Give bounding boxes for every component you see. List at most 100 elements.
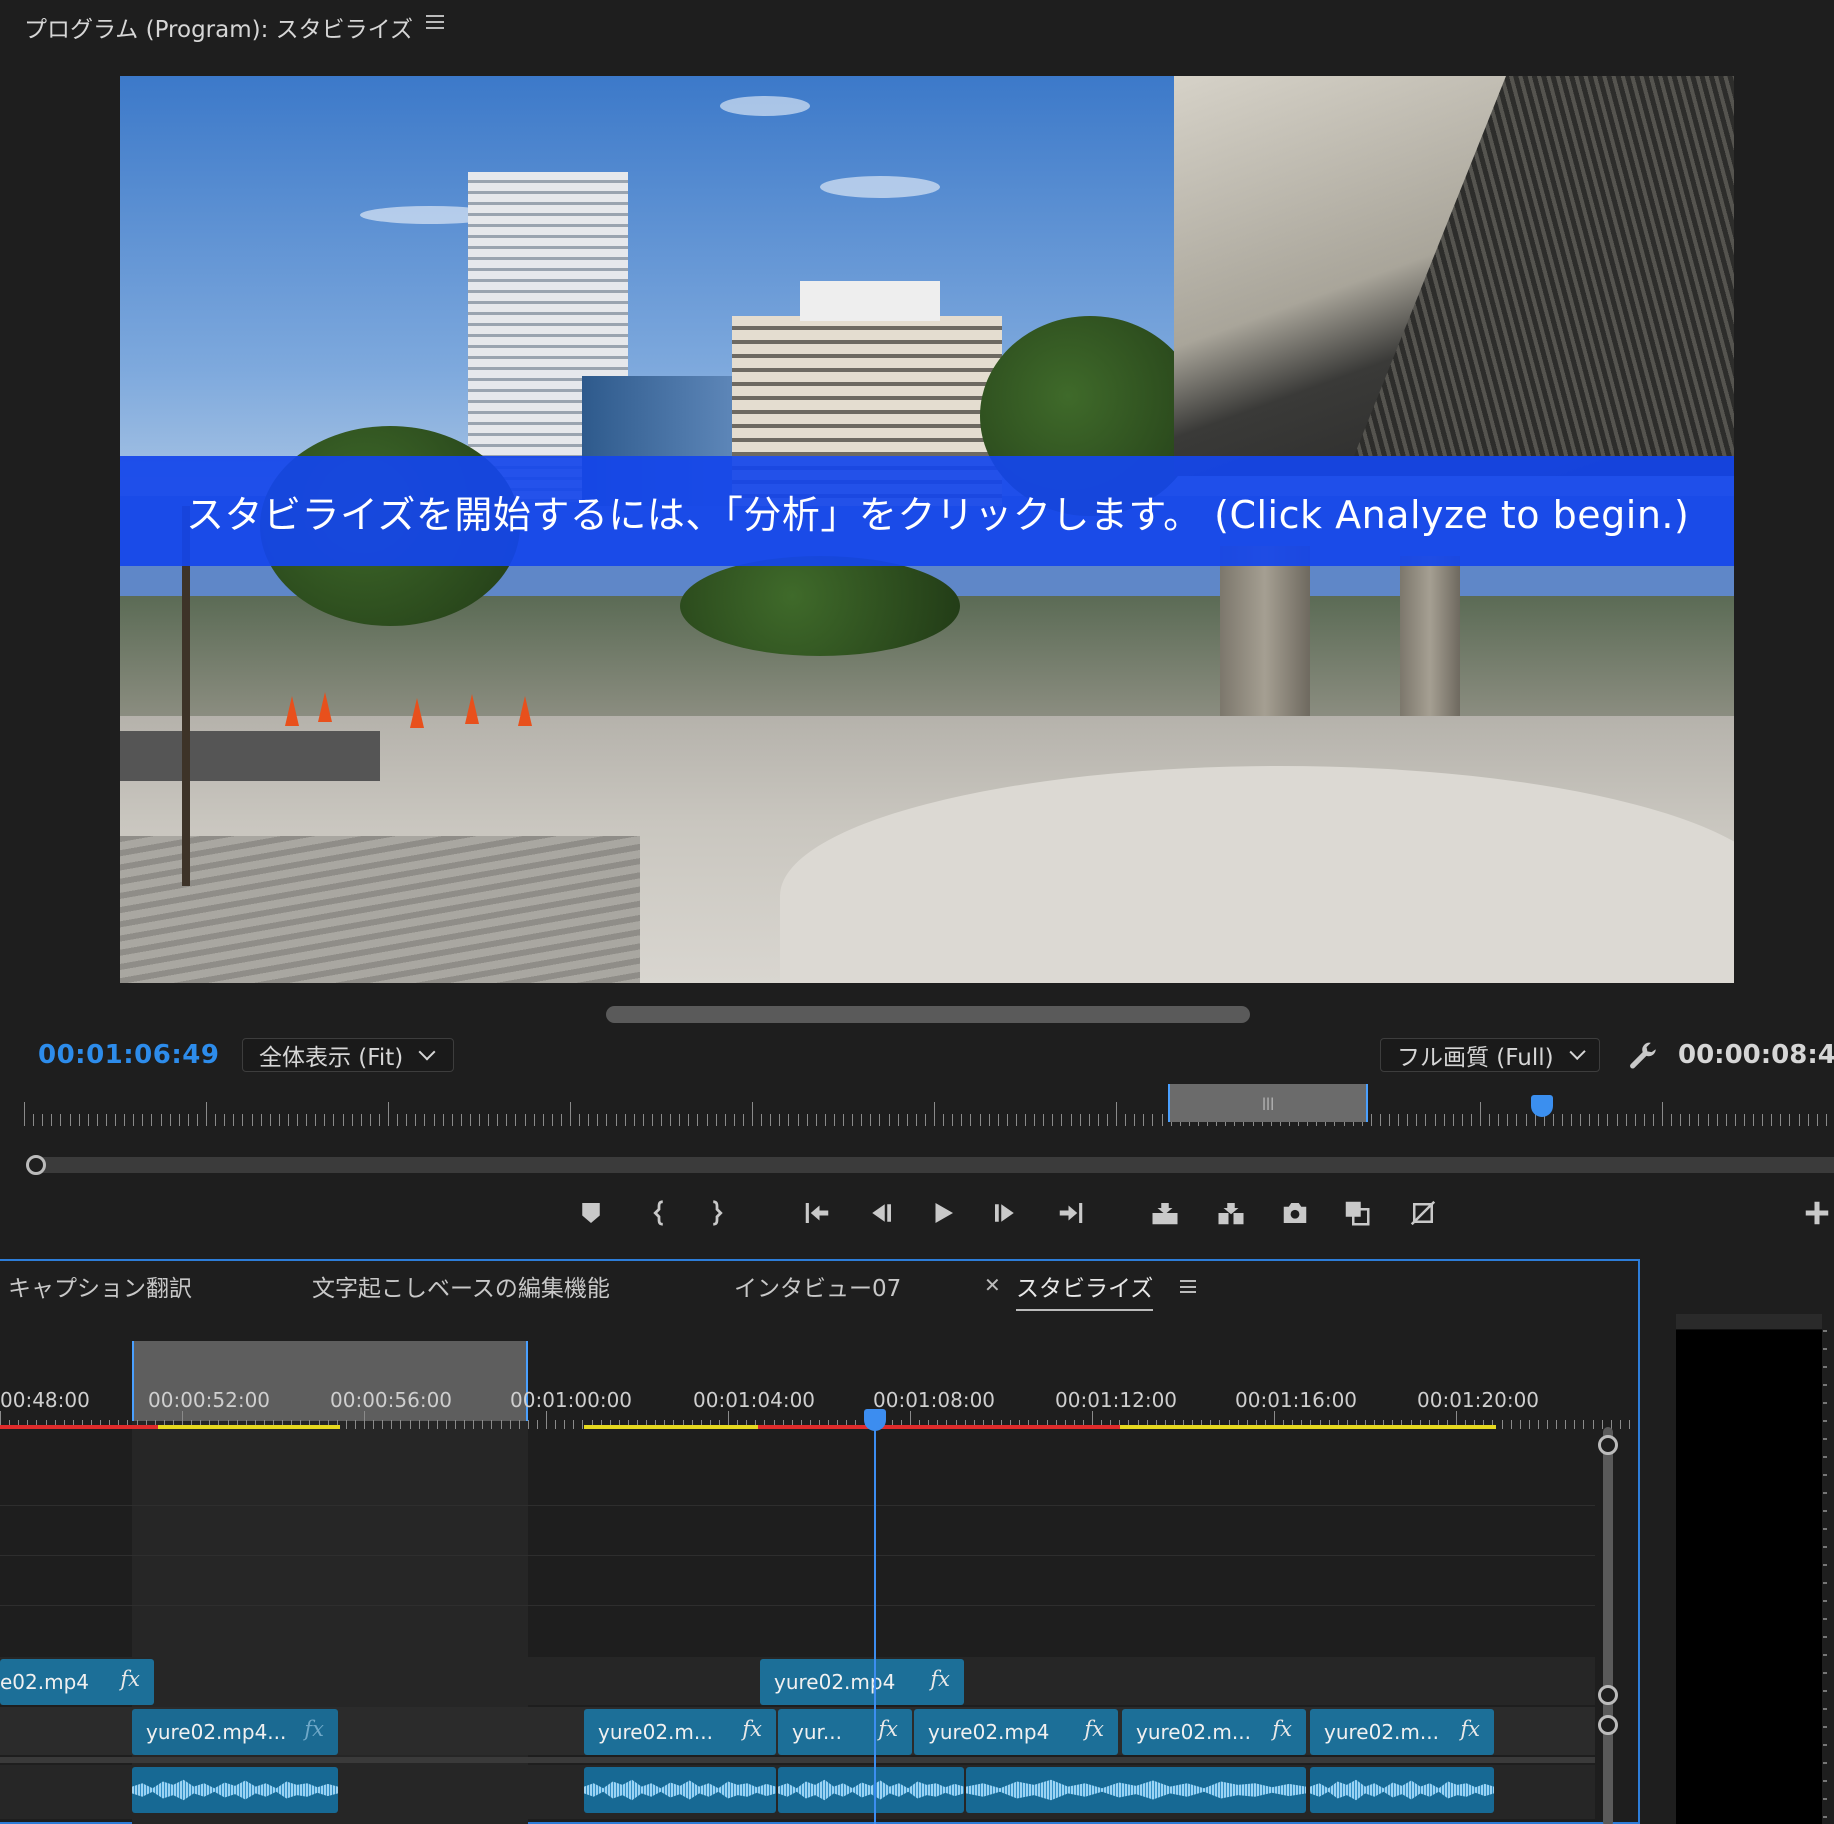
clip[interactable]: e02.mp4 fx (0, 1659, 154, 1705)
step-back-button[interactable] (864, 1196, 898, 1230)
video-audio-divider[interactable] (0, 1757, 1595, 1763)
ruler-tick (1556, 1420, 1558, 1429)
tab-caption-translation[interactable]: キャプション翻訳 (8, 1269, 192, 1303)
ruler-tick (564, 1420, 566, 1429)
ruler-tick (1088, 1114, 1090, 1126)
ruler-tick (1571, 1114, 1572, 1126)
scroll-handle-bottom[interactable] (1598, 1715, 1618, 1735)
ruler-tick (1561, 1114, 1563, 1126)
range-grip-icon[interactable]: ||| (1262, 1096, 1274, 1110)
extract-button[interactable] (1214, 1196, 1248, 1230)
ruler-tick (342, 1114, 344, 1126)
clip[interactable]: yure02.m... fx (584, 1709, 776, 1755)
ruler-tick (1116, 1102, 1117, 1126)
ruler-tick (1762, 1114, 1764, 1126)
audio-clip[interactable] (778, 1767, 964, 1813)
button-editor-button[interactable] (1800, 1196, 1834, 1230)
mark-in-button[interactable] (642, 1196, 676, 1230)
clip[interactable]: yure02.m... fx (1310, 1709, 1494, 1755)
add-marker-button[interactable] (574, 1196, 608, 1230)
ruler-tick (988, 1114, 990, 1126)
ruler-tick (364, 1411, 365, 1429)
chevron-down-icon (418, 1043, 436, 1061)
monitor-playhead[interactable] (1531, 1095, 1553, 1117)
clip[interactable]: yure02.mp4 fx (914, 1709, 1118, 1755)
ruler-tick (1015, 1114, 1017, 1126)
ruler-tick (24, 1102, 25, 1126)
ruler-tick (391, 1420, 393, 1429)
ruler-tick (797, 1114, 799, 1126)
audio-clip[interactable] (966, 1767, 1306, 1813)
audio-clip[interactable] (584, 1767, 776, 1813)
clip[interactable]: yure02.mp4... fx (132, 1709, 338, 1755)
panel-menu-icon[interactable] (426, 15, 444, 29)
ruler-tick (551, 1114, 553, 1126)
ruler-tick (1443, 1114, 1445, 1126)
ruler-tick (479, 1114, 480, 1126)
audio-clip[interactable] (1310, 1767, 1494, 1813)
ruler-tick (1689, 1114, 1691, 1126)
ruler-tick (397, 1114, 399, 1126)
step-forward-button[interactable] (988, 1196, 1022, 1230)
ruler-tick (1574, 1420, 1576, 1429)
clip[interactable]: yure02.m... fx (1122, 1709, 1306, 1755)
clip-label: yure02.m... (598, 1720, 713, 1744)
ruler-tick (997, 1114, 999, 1126)
ruler-tick (315, 1114, 317, 1126)
export-frame-button[interactable] (1278, 1196, 1312, 1230)
tab-stabilize[interactable]: スタビライズ (1016, 1269, 1154, 1311)
ruler-tick (852, 1114, 854, 1126)
go-to-in-button[interactable] (800, 1196, 834, 1230)
proxy-toggle-button[interactable] (1406, 1196, 1440, 1230)
ruler-tick (1601, 1420, 1603, 1429)
ruler-tick (1407, 1114, 1409, 1126)
ruler-tick (1580, 1114, 1582, 1126)
playhead-line[interactable] (874, 1411, 876, 1824)
playhead[interactable] (864, 1409, 886, 1431)
comparison-view-button[interactable] (1340, 1196, 1374, 1230)
ruler-tick (1625, 1114, 1627, 1126)
paving (120, 836, 640, 983)
tab-interview07[interactable]: インタビュー07 (734, 1269, 901, 1303)
timeline-vertical-scrollbar[interactable] (1603, 1427, 1613, 1824)
ruler-tick (1510, 1420, 1512, 1429)
ruler-tick (1070, 1114, 1072, 1126)
quality-select[interactable]: フル画質 (Full) (1380, 1038, 1600, 1072)
go-to-out-button[interactable] (1054, 1196, 1088, 1230)
traffic-cone (518, 696, 532, 726)
tab-menu-icon[interactable] (1180, 1280, 1196, 1293)
mark-out-button[interactable] (700, 1196, 734, 1230)
playhead-timecode[interactable]: 00:01:06:49 (38, 1040, 219, 1070)
clip[interactable]: yur... fx (778, 1709, 912, 1755)
zoom-select[interactable]: 全体表示 (Fit) (242, 1038, 454, 1072)
wrench-icon[interactable] (1626, 1040, 1660, 1074)
ruler-tick (806, 1114, 808, 1126)
ruler-tick (1097, 1114, 1099, 1126)
fx-badge: fx (1272, 1717, 1292, 1741)
ruler-tick (509, 1420, 511, 1429)
duration-timecode: 00:00:08:44 (1678, 1040, 1834, 1070)
monitor-horizontal-scrollbar[interactable] (606, 1006, 1250, 1023)
ruler-tick (788, 1114, 790, 1126)
ruler-tick (1434, 1114, 1436, 1126)
lift-button[interactable] (1148, 1196, 1182, 1230)
audio-clip[interactable] (132, 1767, 338, 1813)
close-icon[interactable]: ✕ (984, 1273, 1001, 1297)
zoom-scroll-handle[interactable] (26, 1155, 46, 1175)
monitor-time-ruler[interactable] (24, 1100, 1834, 1126)
sequence-tabs: キャプション翻訳 文字起こしベースの編集機能 インタビュー07 ✕ スタビライズ (0, 1261, 1638, 1319)
ruler-tick (278, 1114, 280, 1126)
ruler-tick (555, 1420, 557, 1429)
monitor-zoom-scrollbar[interactable] (30, 1157, 1834, 1173)
traffic-cone (465, 694, 479, 724)
ruler-tick (409, 1420, 411, 1429)
ruler-tick (970, 1114, 972, 1126)
scroll-handle-top[interactable] (1598, 1435, 1618, 1455)
timeline-panel: キャプション翻訳 文字起こしベースの編集機能 インタビュー07 ✕ スタビライズ… (0, 1259, 1640, 1824)
tab-text-based-editing[interactable]: 文字起こしベースの編集機能 (312, 1269, 610, 1303)
ruler-tick (1143, 1114, 1145, 1126)
clip[interactable]: yure02.mp4 fx (760, 1659, 964, 1705)
play-button[interactable] (926, 1196, 960, 1230)
ruler-tick (105, 1114, 107, 1126)
scroll-handle-middle[interactable] (1598, 1685, 1618, 1705)
